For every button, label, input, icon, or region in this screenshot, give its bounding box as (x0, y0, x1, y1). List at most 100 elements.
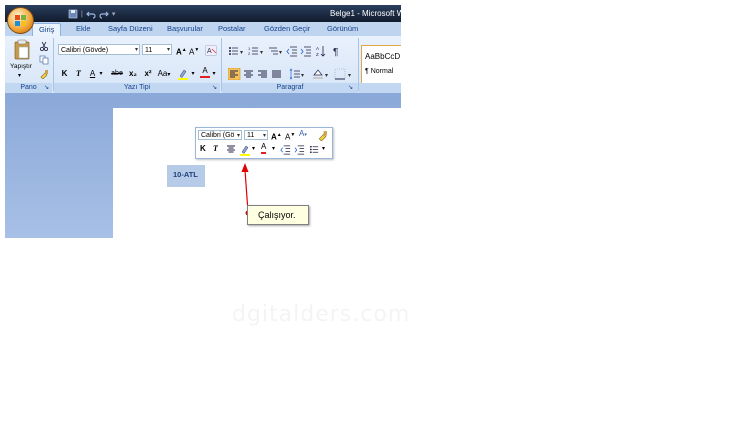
chevron-down-icon[interactable]: ▾ (211, 68, 217, 80)
chevron-down-icon[interactable]: ▾ (322, 143, 325, 155)
mini-toolbar: Calibri (Gö ▾ 11 ▾ A▲ A▼ A▾ K T ▾ A ▾ ▾ (195, 127, 333, 159)
tab-gorunum[interactable]: Görünüm (327, 24, 358, 33)
chevron-down-icon: ▾ (262, 133, 266, 139)
selected-text: 10-ATL (173, 170, 198, 179)
quick-access-toolbar: | ▾ (37, 8, 115, 20)
shrink-font-button[interactable]: A▼ (189, 44, 199, 57)
tab-ekle[interactable]: Ekle (76, 24, 91, 33)
align-center-icon[interactable] (244, 70, 253, 78)
paste-icon[interactable] (13, 39, 31, 61)
align-right-icon[interactable] (258, 70, 267, 78)
chevron-down-icon[interactable]: ▾ (98, 68, 104, 80)
chevron-down-icon: ▾ (166, 47, 170, 53)
chevron-down-icon: ▾ (279, 50, 282, 56)
paste-dropdown-icon[interactable]: ▾ (18, 72, 21, 79)
style-normal-tile[interactable]: AaBbCcD ¶ Normal (361, 45, 401, 85)
bold-button[interactable]: K (60, 68, 69, 80)
decrease-indent-icon[interactable] (286, 46, 297, 57)
tab-postalar[interactable]: Postalar (218, 24, 246, 33)
bullets-icon[interactable] (229, 47, 238, 55)
mini-decrease-indent-icon[interactable] (280, 144, 291, 155)
shading-icon[interactable] (313, 69, 323, 79)
highlighter-icon[interactable] (177, 68, 189, 80)
font-name-value: Calibri (Gövde) (61, 47, 109, 54)
mini-format-painter-icon[interactable] (317, 130, 328, 141)
save-icon[interactable] (68, 9, 78, 19)
chevron-down-icon: ▾ (240, 50, 243, 56)
annotation-callout: Çalışıyor. (247, 205, 309, 225)
chevron-down-icon: ▾ (348, 73, 351, 79)
mini-align-center-icon[interactable] (226, 145, 236, 154)
font-name-combo[interactable]: Calibri (Gövde) ▾ (58, 44, 140, 55)
align-left-selected-bg (228, 68, 241, 80)
justify-icon[interactable] (272, 70, 281, 78)
numbering-icon[interactable]: 12 (248, 46, 258, 56)
tab-basvurular[interactable]: Başvurular (167, 24, 203, 33)
undo-icon[interactable] (85, 9, 96, 19)
group-label-styles (359, 83, 401, 93)
increase-indent-icon[interactable] (300, 46, 311, 57)
paste-label[interactable]: Yapıştır (10, 63, 32, 70)
superscript-button[interactable]: x² (142, 68, 154, 80)
chevron-down-icon: ▾ (236, 133, 240, 139)
redo-icon[interactable] (99, 9, 109, 19)
mini-italic-button[interactable]: T (213, 143, 218, 155)
subscript-button[interactable]: x₂ (127, 68, 139, 80)
mini-font-name-combo[interactable]: Calibri (Gö ▾ (198, 130, 242, 140)
underline-button[interactable]: A (88, 68, 97, 80)
cut-icon[interactable] (39, 41, 49, 51)
show-formatting-icon[interactable]: ¶ (333, 47, 338, 57)
tab-giris[interactable]: Giriş (32, 23, 62, 36)
window-title: Belge1 - Microsoft W (330, 9, 401, 18)
chevron-down-icon[interactable]: ▾ (252, 143, 255, 155)
chevron-down-icon: ▾ (260, 50, 263, 56)
change-case-label: Aa (157, 69, 168, 78)
mini-shrink-font-button[interactable]: A▼ (285, 129, 295, 144)
mini-styles-icon[interactable]: A▾ (299, 128, 307, 141)
mini-bold-button[interactable]: K (200, 143, 206, 155)
chevron-down-icon[interactable]: ▾ (272, 143, 275, 155)
mini-highlighter-icon[interactable] (239, 144, 251, 156)
borders-icon[interactable] (334, 68, 346, 80)
mini-font-color-icon[interactable]: A (261, 142, 267, 154)
mini-bullets-icon[interactable] (309, 144, 320, 155)
clear-format-icon[interactable]: A (205, 45, 217, 56)
font-size-value: 11 (145, 47, 153, 54)
group-label-paragraph: Paragraf (222, 83, 358, 93)
strikethrough-button[interactable]: abe (110, 68, 124, 80)
ribbon-tabs: Giriş Ekle Sayfa Düzeni Başvurular Posta… (5, 22, 401, 36)
font-color-icon[interactable]: A (200, 66, 210, 78)
font-size-combo[interactable]: 11 ▾ (142, 44, 172, 55)
clipboard-launcher-icon[interactable]: ↘ (44, 85, 51, 92)
watermark-logo: dgitalders.com (232, 302, 411, 327)
ribbon: Yapıştır ▾ Pano ↘ Calibri (Gövde) ▾ 11 ▾ A… (5, 36, 401, 94)
mini-font-size-combo[interactable]: 11 ▾ (244, 130, 268, 140)
style-preview: AaBbCcD (365, 52, 401, 61)
chevron-down-icon[interactable]: ▾ (190, 68, 196, 80)
change-case-button[interactable]: Aa▾ (157, 68, 171, 80)
line-spacing-icon[interactable] (289, 68, 300, 80)
format-painter-icon[interactable] (39, 69, 49, 79)
tab-sayfa-duzeni[interactable]: Sayfa Düzeni (108, 24, 153, 33)
selected-text-highlight[interactable]: 10-ATL (167, 165, 205, 187)
sort-icon[interactable]: AZ (316, 46, 326, 57)
office-button[interactable] (7, 7, 34, 34)
svg-text:A: A (316, 46, 319, 51)
italic-button[interactable]: T (74, 68, 83, 80)
copy-icon[interactable] (39, 55, 49, 65)
paragraph-bottom-row: ▾ ▾ ▾ (228, 68, 351, 80)
mini-grow-font-button[interactable]: A▲ (271, 129, 282, 144)
office-logo-icon (15, 15, 26, 26)
grow-font-button[interactable]: A▲ (176, 44, 187, 57)
tab-gozden-gecir[interactable]: Gözden Geçir (264, 24, 310, 33)
word-window: | ▾ Belge1 - Microsoft W Giriş Ekle Sayf… (5, 5, 401, 238)
svg-text:Z: Z (316, 52, 319, 57)
paragraph-launcher-icon[interactable]: ↘ (348, 85, 355, 92)
mini-increase-indent-icon[interactable] (294, 144, 305, 155)
style-name: ¶ Normal (365, 68, 394, 75)
font-launcher-icon[interactable]: ↘ (212, 85, 219, 92)
multilevel-list-icon[interactable] (269, 47, 278, 55)
chevron-down-icon: ▾ (325, 73, 328, 79)
mini-font-name-value: Calibri (Gö (201, 132, 235, 139)
chevron-down-icon: ▾ (301, 73, 304, 79)
